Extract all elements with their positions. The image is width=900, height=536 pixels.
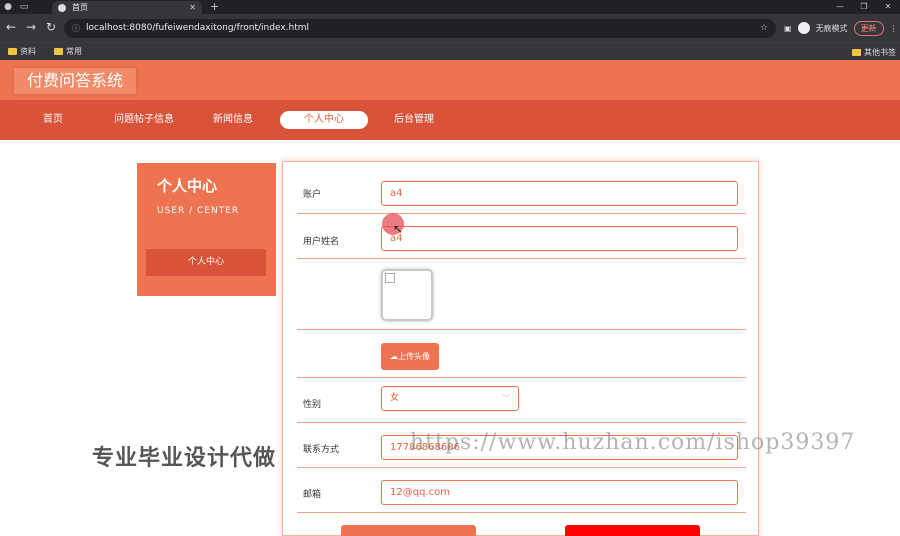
site-logo[interactable]: 付费问答系统 <box>14 68 137 94</box>
nav-question-posts[interactable]: 问题帖子信息 <box>108 111 180 129</box>
name-label: 用户姓名 <box>303 237 340 247</box>
minimize-icon[interactable]: — <box>828 0 852 14</box>
browser-menu-icon[interactable]: ● <box>0 0 16 14</box>
bookmark-folder-changyong[interactable]: 常用 <box>54 46 82 57</box>
browser-right-tools: ▣ 无痕模式 更新 ⋮ <box>784 20 898 36</box>
chevron-down-icon: ﹀ <box>502 394 510 403</box>
update-button[interactable]: 更新 <box>853 20 884 36</box>
gender-label: 性别 <box>303 400 322 410</box>
mouse-pointer-icon: ↖ <box>393 222 404 236</box>
nav-user-center[interactable]: 个人中心 <box>280 111 368 129</box>
bookmark-folder-other[interactable]: 其他书签 <box>852 47 896 58</box>
tab-list-icon[interactable]: ▭ <box>16 0 32 14</box>
user-center-panel: 个人中心 USER / CENTER 个人中心 <box>137 163 276 296</box>
form-row-gender: 性别 女 ﹀ <box>297 378 746 423</box>
sidebar-toggle-icon[interactable]: ▣ <box>784 24 792 33</box>
bookmarks-bar: 资料 常用 其他书签 <box>0 42 900 60</box>
form-row-name: 用户姓名 a4 <box>297 214 746 259</box>
nav-home[interactable]: 首页 <box>30 111 76 129</box>
gender-value: 女 <box>390 393 400 403</box>
watermark-text-left: 专业毕业设计代做 <box>92 446 277 471</box>
account-label: 账户 <box>303 190 322 200</box>
tab-title: 首页 <box>72 3 88 12</box>
logout-button[interactable] <box>565 525 700 536</box>
browser-tab[interactable]: 首页 ✕ <box>52 1 202 14</box>
reload-icon[interactable]: ↻ <box>46 20 56 34</box>
site-header: 付费问答系统 <box>0 60 900 100</box>
nav-news[interactable]: 新闻信息 <box>206 111 260 129</box>
browser-tab-bar: ● ▭ 首页 ✕ + — ❐ ✕ <box>0 0 900 14</box>
upload-avatar-button[interactable]: ☁上传头像 <box>381 343 439 370</box>
watermark-text-url: https://www.huzhan.com/ishop39397 <box>410 430 856 455</box>
folder-icon <box>852 49 861 56</box>
close-window-icon[interactable]: ✕ <box>876 0 900 14</box>
site-info-icon[interactable]: ⓘ <box>72 19 80 38</box>
profile-form: 账户 a4 用户姓名 a4 ☁上传头像 性别 女 ﹀ 联系方式 17786868… <box>282 161 759 536</box>
profile-label[interactable]: 无痕模式 <box>816 23 848 34</box>
folder-icon <box>8 48 17 55</box>
forward-icon[interactable]: → <box>26 20 36 34</box>
form-row-upload: ☁上传头像 <box>297 330 746 378</box>
folder-icon <box>54 48 63 55</box>
new-tab-icon[interactable]: + <box>210 0 219 14</box>
cloud-upload-icon: ☁ <box>390 352 398 361</box>
gender-select[interactable]: 女 ﹀ <box>381 386 519 411</box>
form-row-email: 邮箱 12@qq.com <box>297 468 746 513</box>
url-bar[interactable]: ⓘ localhost:8080/fufeiwendaxitong/front/… <box>64 19 776 38</box>
email-label: 邮箱 <box>303 490 322 500</box>
bookmark-label: 常用 <box>66 47 82 56</box>
back-icon[interactable]: ← <box>6 20 16 34</box>
user-center-title: 个人中心 <box>157 177 218 195</box>
avatar-preview <box>381 269 433 321</box>
incognito-avatar-icon[interactable] <box>797 22 810 34</box>
broken-image-icon <box>385 273 395 283</box>
phone-label: 联系方式 <box>303 445 340 455</box>
menu-dots-icon[interactable]: ⋮ <box>890 24 898 33</box>
user-center-subtitle: USER / CENTER <box>157 206 240 216</box>
user-center-button[interactable]: 个人中心 <box>146 249 266 276</box>
nav-admin[interactable]: 后台管理 <box>388 111 440 129</box>
account-input[interactable]: a4 <box>381 181 738 206</box>
bookmark-star-icon[interactable]: ☆ <box>760 19 768 38</box>
email-input[interactable]: 12@qq.com <box>381 480 738 505</box>
bookmark-label: 资料 <box>20 47 36 56</box>
save-button[interactable] <box>341 525 476 536</box>
form-row-avatar <box>297 259 746 330</box>
window-controls: — ❐ ✕ <box>828 0 900 14</box>
bookmark-folder-ziliao[interactable]: 资料 <box>8 46 36 57</box>
tab-favicon-icon <box>58 4 66 12</box>
address-bar-row: ← → ↻ ⓘ localhost:8080/fufeiwendaxitong/… <box>0 14 900 42</box>
main-nav: 首页 问题帖子信息 新闻信息 个人中心 后台管理 <box>0 100 900 140</box>
restore-icon[interactable]: ❐ <box>852 0 876 14</box>
url-text: localhost:8080/fufeiwendaxitong/front/in… <box>86 23 310 33</box>
tab-close-icon[interactable]: ✕ <box>189 1 196 14</box>
bookmark-label: 其他书签 <box>864 48 896 57</box>
name-input[interactable]: a4 <box>381 226 738 251</box>
form-row-account: 账户 a4 <box>297 162 746 214</box>
upload-avatar-label: 上传头像 <box>398 352 430 361</box>
